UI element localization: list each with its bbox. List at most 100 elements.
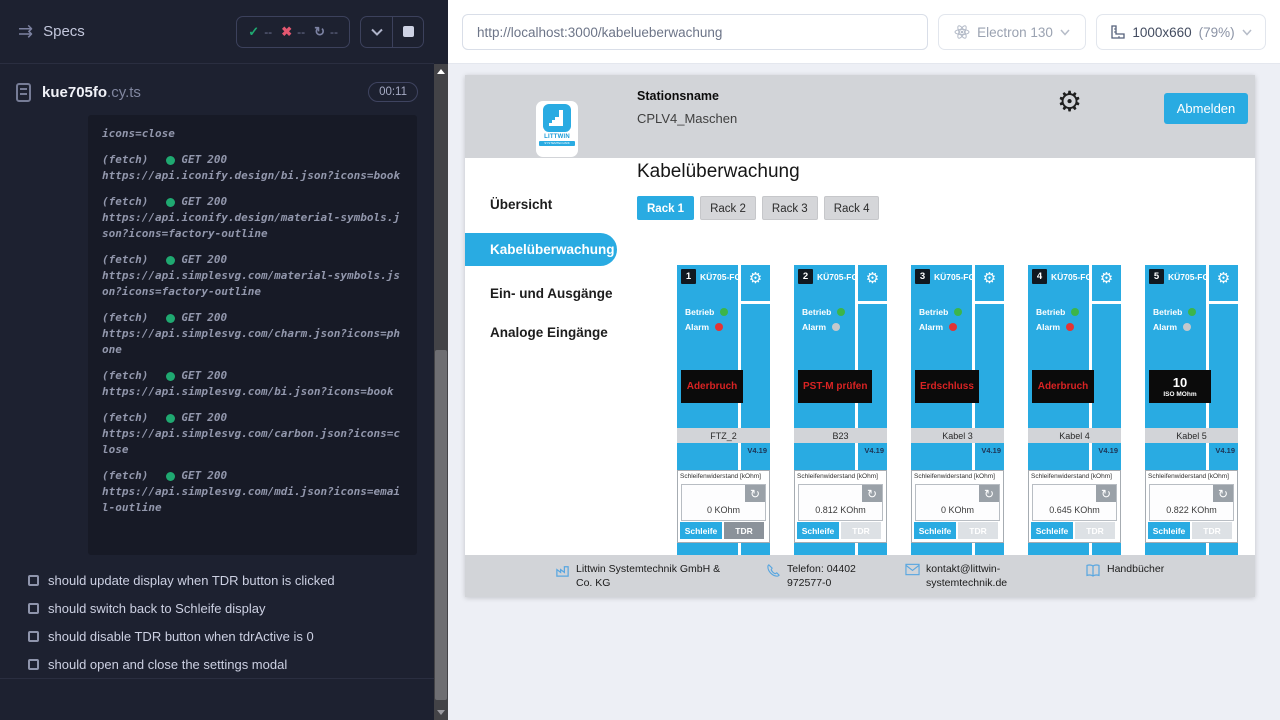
refresh-icon[interactable]: ↻ <box>745 485 765 502</box>
status-display: 10 ISO MOhm <box>1149 370 1211 403</box>
stat-pending: ↻-- <box>314 24 338 40</box>
spec-extension: .cy.ts <box>107 84 141 101</box>
settings-gear-icon[interactable]: ⚙ <box>1057 88 1082 116</box>
refresh-icon[interactable]: ↻ <box>979 485 999 502</box>
test-item[interactable]: should update display when TDR button is… <box>0 566 434 594</box>
spec-row[interactable]: kue705fo.cy.ts 00:11 <box>0 74 434 110</box>
network-log-entry[interactable]: (fetch) GET 200 https://api.simplesvg.co… <box>102 310 403 358</box>
test-stats: ✓-- ✖-- ↻-- <box>236 16 350 48</box>
tdr-button[interactable]: TDR <box>724 522 764 539</box>
tdr-button[interactable]: TDR <box>1192 522 1232 539</box>
rack-tab[interactable]: Rack 3 <box>762 196 818 220</box>
scrollbar-thumb[interactable] <box>435 350 447 700</box>
logout-button[interactable]: Abmelden <box>1164 93 1248 124</box>
card-settings-gear-icon[interactable]: ⚙ <box>1209 271 1238 286</box>
alarm-led-icon <box>832 323 840 331</box>
network-log-entry[interactable]: icons=close <box>102 126 403 142</box>
scroll-down-arrow-icon[interactable] <box>437 710 445 715</box>
betrieb-label: Betrieb <box>1036 307 1065 317</box>
measurement-value: 0 KOhm <box>682 505 765 515</box>
refresh-icon[interactable]: ↻ <box>862 485 882 502</box>
collapse-runs-button[interactable] <box>361 17 392 47</box>
network-log-entry[interactable]: (fetch) GET 200 https://api.simplesvg.co… <box>102 368 403 400</box>
rack-tabs: Rack 1 Rack 2 Rack 3 Rack 4 <box>637 196 879 220</box>
divider <box>0 678 434 679</box>
logo-subtext: SYSTEMTECHNIK <box>539 141 575 146</box>
littwin-logo: LITTWIN SYSTEMTECHNIK <box>536 101 578 157</box>
viewport-select[interactable]: 1000x660 (79%) <box>1096 14 1266 50</box>
card-settings-gear-icon[interactable]: ⚙ <box>1092 271 1121 286</box>
betrieb-led-icon <box>720 308 728 316</box>
footer-manuals-link[interactable]: Handbücher <box>1085 562 1164 578</box>
card-settings-gear-icon[interactable]: ⚙ <box>975 271 1004 286</box>
schleife-button[interactable]: Schleife <box>797 522 839 539</box>
test-label: should switch back to Schleife display <box>48 601 266 616</box>
card-number-badge: 4 <box>1032 269 1047 284</box>
rack-tab[interactable]: Rack 2 <box>700 196 756 220</box>
cable-name: B23 <box>794 428 887 443</box>
cable-name: Kabel 3 <box>911 428 1004 443</box>
device-cards: 1 KÜ705-FO ⚙ Betrieb Alarm Aderbruch FTZ… <box>677 265 1238 555</box>
status-text: 10 <box>1173 375 1187 390</box>
schleife-button[interactable]: Schleife <box>914 522 956 539</box>
url-input[interactable] <box>462 14 928 50</box>
tdr-button[interactable]: TDR <box>841 522 881 539</box>
tdr-button[interactable]: TDR <box>1075 522 1115 539</box>
test-label: should open and close the settings modal <box>48 657 287 672</box>
scroll-up-arrow-icon[interactable] <box>437 69 445 74</box>
electron-atom-icon <box>954 24 970 40</box>
measurement-value: 0 KOhm <box>916 505 999 515</box>
measurement-panel: Schleifenwiderstand [kOhm] ↻ 0 KOhm Schl… <box>677 470 770 543</box>
cross-icon: ✖ <box>281 24 292 40</box>
test-item[interactable]: should disable TDR button when tdrActive… <box>0 622 434 650</box>
sidebar-item[interactable]: Analoge Eingänge <box>465 322 619 344</box>
log-url: https://api.simplesvg.com/mdi.json?icons… <box>102 484 403 516</box>
email-icon <box>905 563 920 576</box>
stat-passed: ✓-- <box>248 24 272 40</box>
network-log-entry[interactable]: (fetch) GET 200 https://api.iconify.desi… <box>102 194 403 242</box>
specs-menu-icon[interactable]: ⇉ <box>18 21 33 42</box>
sidebar-item[interactable]: Kabelüberwachung <box>465 233 617 266</box>
network-log-entry[interactable]: (fetch) GET 200 https://api.simplesvg.co… <box>102 468 403 516</box>
test-list: should update display when TDR button is… <box>0 566 434 678</box>
network-log-entry[interactable]: (fetch) GET 200 https://api.simplesvg.co… <box>102 252 403 300</box>
log-url: https://api.simplesvg.com/carbon.json?ic… <box>102 426 403 458</box>
viewport-size: 1000x660 <box>1132 25 1191 40</box>
schleife-button[interactable]: Schleife <box>680 522 722 539</box>
rack-tab[interactable]: Rack 1 <box>637 196 694 220</box>
test-checkbox-icon <box>28 575 39 586</box>
measurement-label: Schleifenwiderstand [kOhm] <box>795 471 886 480</box>
device-card: 3 KÜ705-FO ⚙ Betrieb Alarm Erdschluss Ka… <box>911 265 1004 555</box>
device-model: KÜ705-FO <box>934 272 975 282</box>
refresh-icon[interactable]: ↻ <box>1096 485 1116 502</box>
device-model: KÜ705-FO <box>700 272 741 282</box>
tdr-button[interactable]: TDR <box>958 522 998 539</box>
footer-email[interactable]: kontakt@littwin-systemtechnik.de <box>905 562 1012 590</box>
card-settings-gear-icon[interactable]: ⚙ <box>741 271 770 286</box>
network-log-entry[interactable]: (fetch) GET 200 https://api.simplesvg.co… <box>102 410 403 458</box>
status-text: Aderbruch <box>687 381 738 392</box>
stop-button[interactable] <box>392 17 423 47</box>
sidebar-item[interactable]: Übersicht <box>465 194 619 216</box>
test-item[interactable]: should switch back to Schleife display <box>0 594 434 622</box>
test-item[interactable]: should open and close the settings modal <box>0 650 434 678</box>
status-text: Aderbruch <box>1038 381 1089 392</box>
footer-company: Littwin Systemtechnik GmbH & Co. KG <box>555 562 731 590</box>
schleife-button[interactable]: Schleife <box>1148 522 1190 539</box>
schleife-button[interactable]: Schleife <box>1031 522 1073 539</box>
app-footer: Littwin Systemtechnik GmbH & Co. KG Tele… <box>465 555 1255 597</box>
measurement-value: 0.822 KOhm <box>1150 505 1233 515</box>
status-ok-dot-icon <box>166 314 175 323</box>
status-ok-dot-icon <box>166 472 175 481</box>
refresh-icon[interactable]: ↻ <box>1213 485 1233 502</box>
runner-scrollbar[interactable] <box>434 64 448 720</box>
network-log-entry[interactable]: (fetch) GET 200 https://api.iconify.desi… <box>102 152 403 184</box>
cypress-runner-panel: ⇉ Specs ✓-- ✖-- ↻-- kue705fo.cy.ts 00:11 <box>0 0 448 720</box>
firmware-version: V4.19 <box>1098 446 1118 455</box>
app-sidebar: Übersicht Kabelüberwachung Ein- und Ausg… <box>465 158 619 555</box>
card-settings-gear-icon[interactable]: ⚙ <box>858 271 887 286</box>
browser-select[interactable]: Electron 130 <box>938 14 1086 50</box>
test-label: should update display when TDR button is… <box>48 573 335 588</box>
sidebar-item[interactable]: Ein- und Ausgänge <box>465 283 619 305</box>
rack-tab[interactable]: Rack 4 <box>824 196 880 220</box>
